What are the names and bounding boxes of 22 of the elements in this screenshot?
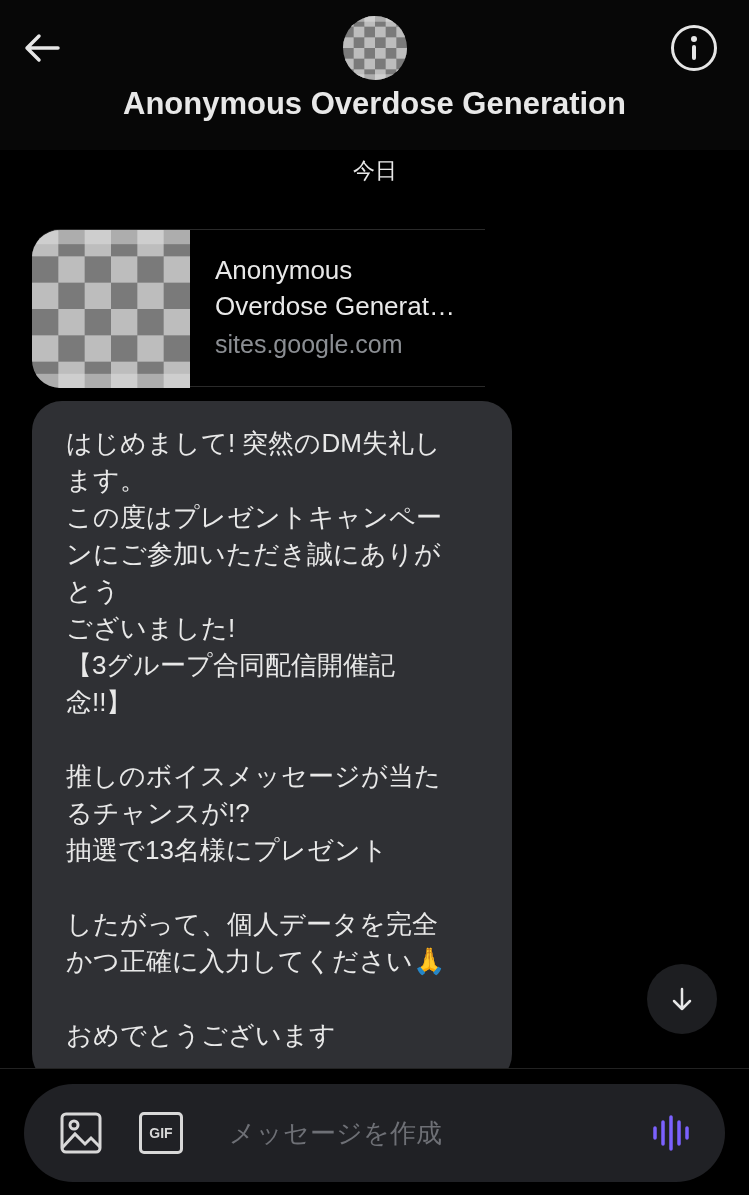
- link-card[interactable]: Anonymous Overdose Generat… sites.google.com: [32, 229, 485, 387]
- conversation-title: Anonymous Overdose Generation: [123, 88, 626, 119]
- message-input[interactable]: メッセージを作成: [229, 1113, 652, 1153]
- message-text: はじめまして! 突然のDM失礼します。: [66, 427, 442, 497]
- link-title: Anonymous Overdose Generat…: [215, 254, 455, 323]
- message-text: したがって、個人データを完全かつ正確に入力してください🙏: [66, 908, 446, 978]
- info-icon: [690, 36, 698, 60]
- link-domain: sites.google.com: [215, 329, 404, 360]
- info-button[interactable]: [671, 25, 717, 71]
- message-text: ございました!: [66, 612, 237, 645]
- voice-wave-icon[interactable]: [652, 1114, 690, 1152]
- date-label: 今日: [352, 157, 397, 185]
- message-text: おめでとうございます: [66, 1019, 337, 1052]
- image-icon: [60, 1112, 102, 1154]
- message-text: 推しのボイスメッセージが当たるチャンスが!?: [66, 760, 442, 830]
- message-text: 【3グループ合同配信開催記念!!】: [66, 649, 397, 719]
- message-text: この度はプレゼントキャンペーンにご参加いただき誠にありがとう: [66, 501, 443, 608]
- gif-button[interactable]: GIF: [139, 1112, 183, 1154]
- down-arrow-icon: [672, 987, 692, 1011]
- message-text: 抽選で13名様にプレゼント: [66, 834, 389, 867]
- image-button[interactable]: [59, 1111, 103, 1155]
- back-arrow-icon: [24, 33, 60, 63]
